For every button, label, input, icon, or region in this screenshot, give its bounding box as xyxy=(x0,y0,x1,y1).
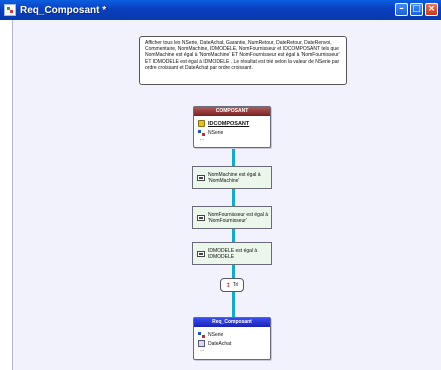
condition-text: IDMODELE est égal à IDMODELE xyxy=(208,248,257,260)
key-icon xyxy=(198,120,205,127)
close-button[interactable]: × xyxy=(425,3,438,16)
result-field-row[interactable]: DateAchat xyxy=(194,339,270,348)
date-field-icon xyxy=(198,340,205,347)
window-controls: – □ × xyxy=(395,3,438,16)
source-table-composant[interactable]: COMPOSANT IDCOMPOSANT NSerie ... xyxy=(193,106,271,148)
field-label: NSerie xyxy=(208,129,224,136)
link-connector xyxy=(232,229,235,242)
condition-line: IDMODELE est égal à xyxy=(208,247,258,254)
link-connector xyxy=(232,292,235,317)
field-row[interactable]: NSerie xyxy=(194,128,270,137)
title-bar[interactable]: Req_Composant * – □ × xyxy=(0,0,441,20)
query-description: Afficher tous les NSerie, DateAchat, Gar… xyxy=(139,36,347,85)
condition-value: 'NomMachine' xyxy=(208,177,240,184)
condition-value: IDMODELE xyxy=(208,253,235,260)
condition-node-nomfournisseur[interactable]: NomFournisseur est égal à 'NomFournisseu… xyxy=(192,206,272,229)
condition-node-idmodele[interactable]: IDMODELE est égal à IDMODELE xyxy=(192,242,272,265)
link-connector xyxy=(232,149,235,166)
minimize-button[interactable]: – xyxy=(395,3,408,16)
sort-icon: ↕ xyxy=(225,281,231,289)
condition-value: 'NomFournisseur' xyxy=(208,217,247,224)
more-fields: ... xyxy=(200,347,205,353)
source-table-header: COMPOSANT xyxy=(194,107,270,116)
result-table-req-composant[interactable]: Req_Composant NSerie DateAchat ... xyxy=(193,317,271,360)
sort-node[interactable]: ↕ Tri xyxy=(220,278,244,292)
condition-line: NomFournisseur est égal à xyxy=(208,211,269,218)
result-field-row[interactable]: NSerie xyxy=(194,330,270,339)
window-left-frame xyxy=(0,20,12,370)
result-table-header: Req_Composant xyxy=(194,318,270,327)
numeric-field-icon xyxy=(198,129,205,136)
condition-icon xyxy=(197,250,205,257)
more-fields: ... xyxy=(200,136,205,142)
numeric-field-icon xyxy=(198,331,205,338)
condition-icon xyxy=(197,174,205,181)
result-field-label: NSerie xyxy=(208,331,224,338)
result-field-label: DateAchat xyxy=(208,340,232,347)
condition-node-nommachine[interactable]: NomMachine est égal à 'NomMachine' xyxy=(192,166,272,189)
condition-text: NomMachine est égal à 'NomMachine' xyxy=(208,172,261,184)
key-field-row[interactable]: IDCOMPOSANT xyxy=(194,119,270,128)
condition-text: NomFournisseur est égal à 'NomFournisseu… xyxy=(208,212,268,224)
sort-label: Tri xyxy=(232,282,239,288)
link-connector xyxy=(232,189,235,206)
query-editor-window: Req_Composant * – □ × Afficher tous les … xyxy=(0,0,441,370)
link-connector xyxy=(232,265,235,278)
condition-icon xyxy=(197,214,205,221)
key-field-label: IDCOMPOSANT xyxy=(208,120,250,127)
maximize-button[interactable]: □ xyxy=(410,3,423,16)
query-app-icon xyxy=(4,4,16,16)
window-title: Req_Composant * xyxy=(20,4,107,16)
condition-line: NomMachine est égal à xyxy=(208,171,261,178)
